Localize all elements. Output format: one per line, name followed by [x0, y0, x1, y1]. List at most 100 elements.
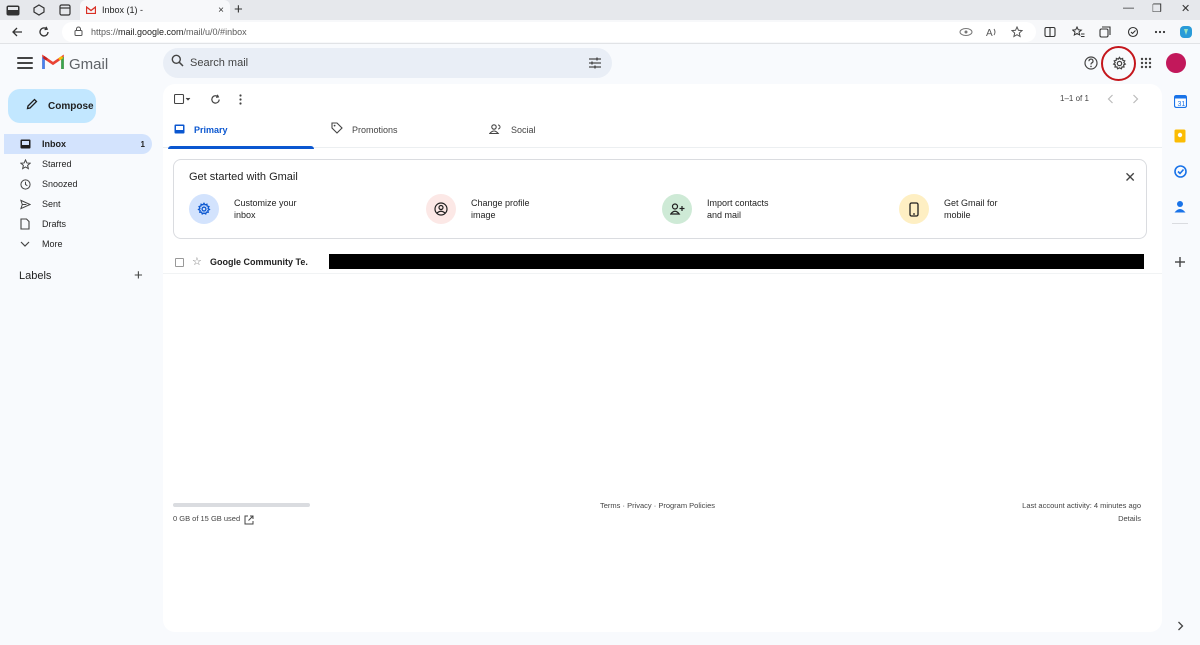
get-started-text: Change profile image — [471, 198, 530, 220]
minimize-button[interactable]: — — [1123, 2, 1134, 14]
row-checkbox[interactable] — [175, 258, 184, 267]
get-addons-icon[interactable] — [1173, 255, 1187, 269]
back-icon[interactable] — [9, 24, 25, 40]
calendar-icon[interactable]: 31 — [1173, 94, 1187, 108]
nav-item-drafts[interactable]: Drafts — [4, 214, 152, 234]
favorites-icon[interactable] — [1070, 24, 1086, 40]
external-link-icon[interactable] — [244, 512, 254, 530]
get-started-import[interactable]: Import contacts and mail — [662, 194, 797, 224]
refresh-icon[interactable] — [36, 24, 52, 40]
tab-label: Promotions — [352, 125, 398, 135]
nav-item-starred[interactable]: Starred — [4, 154, 152, 174]
nav-label: Starred — [42, 159, 72, 169]
nav-item-sent[interactable]: Sent — [4, 194, 152, 214]
older-page-icon[interactable] — [1132, 93, 1139, 105]
keep-icon[interactable] — [1173, 129, 1187, 143]
show-side-panel-icon[interactable] — [1173, 619, 1187, 633]
tracking-prevention-icon[interactable] — [958, 24, 974, 40]
close-window-button[interactable]: ✕ — [1181, 2, 1190, 15]
gmail-m-icon — [42, 54, 64, 75]
main-panel: 1–1 of 1 Primary Promotions Social Get s… — [163, 84, 1162, 632]
nav-item-inbox[interactable]: Inbox 1 — [4, 134, 152, 154]
storage-usage-bar — [173, 503, 310, 507]
get-started-mobile[interactable]: Get Gmail for mobile — [899, 194, 1034, 224]
url-text: https://mail.google.com/mail/u/0/#inbox — [91, 27, 247, 37]
settings-highlight-circle — [1101, 46, 1136, 81]
get-started-text: Get Gmail for mobile — [944, 198, 998, 220]
tab-label: Social — [511, 125, 536, 135]
get-started-title: Get started with Gmail — [189, 171, 298, 183]
add-label-button[interactable]: + — [134, 268, 143, 284]
apps-grid-icon[interactable] — [1138, 55, 1154, 71]
more-actions-icon[interactable] — [239, 93, 242, 105]
pencil-icon — [26, 97, 38, 115]
workspaces-icon[interactable] — [32, 3, 46, 17]
pagination-text: 1–1 of 1 — [1060, 94, 1089, 103]
email-row[interactable]: ☆ Google Community Te. — [163, 252, 1162, 274]
star-icon[interactable]: ☆ — [192, 255, 202, 268]
clock-icon — [19, 178, 31, 190]
side-panel-divider — [1172, 223, 1188, 224]
inbox-icon — [19, 138, 31, 150]
details-link[interactable]: Details — [1118, 514, 1141, 523]
tab-primary[interactable]: Primary — [174, 112, 228, 148]
select-all-checkbox[interactable] — [174, 93, 192, 105]
split-screen-icon[interactable] — [1042, 24, 1058, 40]
get-started-profile[interactable]: Change profile image — [426, 194, 561, 224]
storage-usage-text: 0 GB of 15 GB used — [173, 514, 241, 523]
get-started-text: Customize your inbox — [234, 198, 297, 220]
browser-toolbar: https://mail.google.com/mail/u/0/#inbox … — [0, 20, 1200, 44]
nav-label: Sent — [42, 199, 61, 209]
search-options-icon[interactable] — [588, 56, 602, 74]
maximize-button[interactable]: ❐ — [1152, 2, 1162, 15]
star-icon — [19, 158, 31, 170]
get-started-customize[interactable]: Customize your inbox — [189, 194, 324, 224]
email-sender: Google Community Te. — [210, 257, 308, 267]
main-menu-icon[interactable] — [16, 54, 34, 72]
gmail-logo[interactable]: Gmail — [42, 54, 108, 75]
address-bar[interactable]: https://mail.google.com/mail/u/0/#inbox — [62, 22, 1036, 42]
labels-heading: Labels — [19, 270, 52, 282]
tag-icon — [331, 121, 343, 139]
search-input[interactable] — [190, 57, 570, 69]
extensions-icon[interactable] — [1125, 24, 1141, 40]
gear-icon — [189, 194, 219, 224]
close-icon[interactable]: ✕ — [1124, 169, 1136, 186]
search-icon[interactable] — [171, 54, 184, 72]
newer-page-icon[interactable] — [1107, 93, 1114, 105]
read-aloud-icon[interactable]: A — [984, 24, 1000, 40]
collections-icon[interactable] — [1097, 24, 1113, 40]
footer-links[interactable]: Terms · Privacy · Program Policies — [600, 501, 715, 510]
nav-label: Inbox — [42, 139, 66, 149]
svg-text:A: A — [986, 28, 993, 37]
browser-profile-icon[interactable] — [6, 3, 20, 17]
tab-close-icon[interactable]: × — [218, 5, 224, 16]
refresh-mail-icon[interactable] — [210, 93, 221, 105]
nav-label: More — [42, 239, 63, 249]
account-avatar[interactable] — [1166, 53, 1186, 73]
contacts-icon[interactable] — [1173, 199, 1187, 213]
copilot-icon[interactable] — [1178, 24, 1194, 40]
tab-title: Inbox (1) - — [102, 5, 144, 15]
nav-label: Snoozed — [42, 179, 78, 189]
tab-label: Primary — [194, 125, 228, 135]
lock-icon[interactable] — [74, 23, 83, 41]
compose-button[interactable]: Compose — [8, 89, 96, 123]
active-tab-indicator — [168, 146, 314, 149]
help-icon[interactable] — [1083, 55, 1099, 71]
new-tab-button[interactable]: + — [234, 1, 243, 18]
favorite-star-icon[interactable] — [1009, 24, 1025, 40]
nav-item-more[interactable]: More — [4, 234, 152, 254]
tab-social[interactable]: Social — [488, 112, 536, 148]
more-menu-icon[interactable] — [1152, 24, 1168, 40]
tab-actions-icon[interactable] — [58, 3, 72, 17]
gmail-logo-text: Gmail — [69, 56, 109, 73]
browser-tab[interactable]: Inbox (1) - × — [80, 0, 230, 20]
tasks-icon[interactable] — [1173, 164, 1187, 178]
phone-icon — [899, 194, 929, 224]
tab-promotions[interactable]: Promotions — [331, 112, 398, 148]
search-bar[interactable] — [163, 48, 612, 78]
nav-item-snoozed[interactable]: Snoozed — [4, 174, 152, 194]
unread-count: 1 — [140, 139, 145, 149]
people-icon — [488, 121, 502, 139]
